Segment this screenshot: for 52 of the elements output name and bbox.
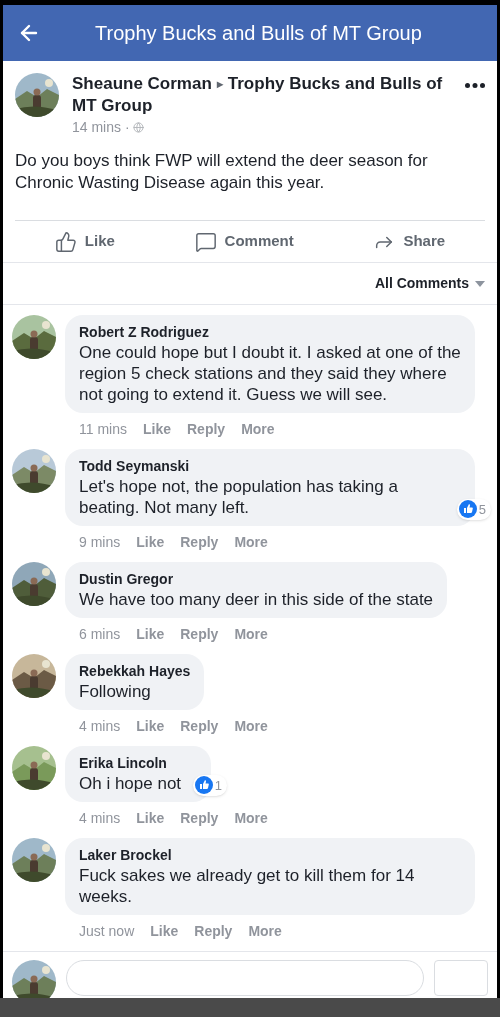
post-time: 14 mins · xyxy=(72,118,130,137)
comment-action-link[interactable]: Reply xyxy=(180,532,219,552)
comment-time: 4 mins xyxy=(79,809,121,828)
comment-text: Oh i hope not xyxy=(79,773,182,794)
comment-action-link[interactable]: More xyxy=(234,808,268,828)
comment-action-link[interactable]: Reply xyxy=(180,624,219,644)
comment-text: We have too many deer in this side of the state xyxy=(79,589,434,610)
comment-text: Fuck sakes we already get to kill them for 14 weeks. xyxy=(79,865,416,907)
commenter-name[interactable]: Dustin Gregor xyxy=(79,569,434,589)
comment-text: One could hope but I doubt it. I asked at one of the region 5 check stations and they said they where not going to extend it. Guess we will see. xyxy=(79,342,461,405)
thumbs-up-icon xyxy=(458,500,477,519)
comment-action-link[interactable]: More xyxy=(234,624,268,644)
comment-action-link[interactable]: Like xyxy=(136,808,165,828)
commenter-name[interactable]: Robert Z Rodriguez xyxy=(79,322,461,342)
comment-action-link[interactable]: Like xyxy=(136,716,165,736)
comment-action-link[interactable]: Like xyxy=(150,921,179,941)
globe-icon xyxy=(132,122,144,133)
comment-action-link[interactable]: Like xyxy=(136,532,165,552)
comment-action-link[interactable]: More xyxy=(241,419,275,439)
like-action-button[interactable]: Like xyxy=(54,230,115,253)
more-icon xyxy=(465,83,485,88)
comment-action-link[interactable]: More xyxy=(234,716,268,736)
commenter-name[interactable]: Rebekkah Hayes xyxy=(79,661,191,681)
comment-action-link[interactable]: Reply xyxy=(180,716,219,736)
comment-time: 11 mins xyxy=(79,420,127,439)
comment-time: 6 mins xyxy=(79,625,121,644)
post-text: Do you boys think FWP will extend the deer season for Chronic Wasting Disease again this year. xyxy=(15,150,429,194)
comment-action-link[interactable]: Like xyxy=(143,419,171,439)
speech-bubble-icon xyxy=(194,230,217,253)
more-options-button[interactable] xyxy=(465,83,485,88)
dropdown-caret-icon xyxy=(475,280,485,287)
comment-time: 9 mins xyxy=(79,533,121,552)
commenter-name[interactable]: Laker Brockel xyxy=(79,845,461,865)
comment-action-link[interactable]: Like xyxy=(136,624,165,644)
comment-time: Just now xyxy=(79,922,135,941)
post-heading[interactable]: Sheaune Corman ▸ Trophy Bucks and Bulls of MT Group xyxy=(72,73,457,116)
comment-text: Let's hope not, the population has taking a beating. Not many left. xyxy=(79,476,399,518)
comment-text: Following xyxy=(79,681,152,702)
commenter-name[interactable]: Erika Lincoln xyxy=(79,753,182,773)
share-action-button[interactable]: Share xyxy=(373,230,446,253)
comment-action-link[interactable]: Reply xyxy=(187,419,226,439)
sort-comments-button[interactable]: All Comments xyxy=(374,273,485,294)
comment-action-link[interactable]: More xyxy=(248,921,282,941)
comment-action-link[interactable]: Reply xyxy=(194,921,233,941)
thumbs-up-icon xyxy=(194,776,213,795)
commenter-name[interactable]: Todd Seymanski xyxy=(79,456,445,476)
comment-action-button[interactable]: Comment xyxy=(194,230,294,253)
header-title: Trophy Bucks and Bulls of MT Group xyxy=(95,21,422,46)
comment-action-link[interactable]: Reply xyxy=(180,808,219,828)
comment-time: 4 mins xyxy=(79,717,121,736)
comment-action-link[interactable]: More xyxy=(234,532,268,552)
thumbs-up-icon xyxy=(54,230,77,253)
